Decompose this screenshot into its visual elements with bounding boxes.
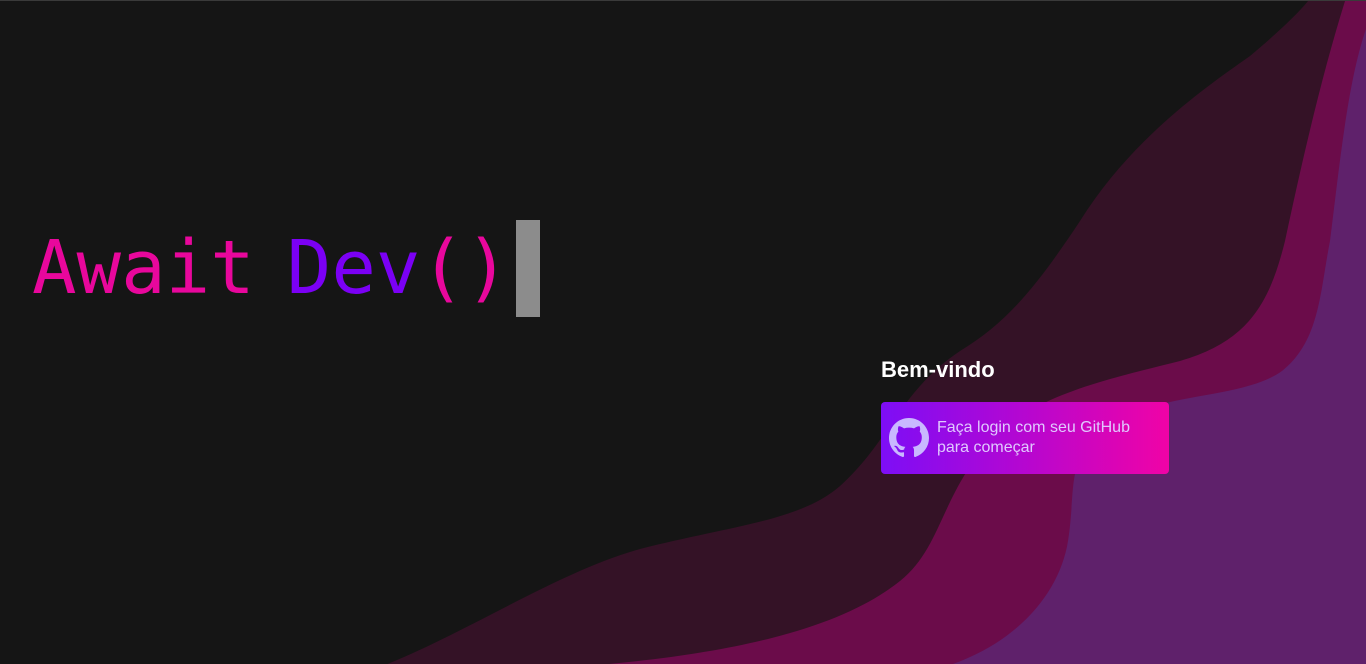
logo-await-text: Await (32, 225, 255, 311)
background-waves (387, 1, 1366, 664)
text-cursor (515, 219, 540, 317)
github-icon (889, 418, 929, 458)
welcome-title: Bem-vindo (881, 357, 995, 382)
github-login-button[interactable]: Faça login com seu GitHub para começar (881, 402, 1169, 474)
app-logo: Await Dev () (32, 219, 540, 317)
logo-dev-text: Dev (286, 225, 421, 311)
logo-parens-text: () (420, 225, 510, 311)
github-login-label: Faça login com seu GitHub para começar (937, 419, 1130, 456)
login-page: Await Dev () Bem-vindo Faça login com se… (0, 0, 1366, 664)
